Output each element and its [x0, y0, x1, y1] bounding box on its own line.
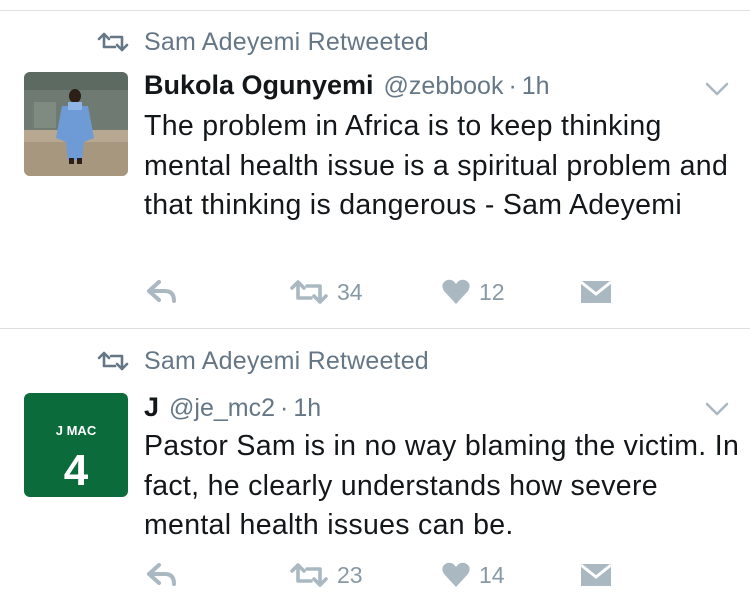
reply-icon [147, 563, 176, 586]
retweet-context[interactable]: Sam Adeyemi Retweeted [96, 26, 429, 58]
retweet-context-text: Sam Adeyemi Retweeted [144, 346, 429, 375]
retweet-icon [97, 32, 129, 52]
timestamp[interactable]: 1h [522, 72, 550, 101]
message-icon [580, 563, 612, 586]
direct-message-button[interactable] [580, 557, 612, 593]
separator-dot: · [508, 72, 517, 100]
tweet-header: J @je_mc2 · 1h [144, 392, 321, 424]
retweet-button[interactable]: 34 [289, 274, 363, 310]
tweet-divider [0, 328, 750, 329]
retweet-count: 34 [337, 278, 363, 305]
heart-icon [442, 279, 470, 304]
like-count: 12 [479, 278, 505, 305]
top-divider [0, 10, 750, 11]
user-handle[interactable]: @je_mc2 [169, 394, 275, 423]
display-name[interactable]: J [144, 392, 159, 423]
like-count: 14 [479, 561, 505, 588]
tweet-actions: 34 12 [0, 274, 750, 310]
reply-button[interactable] [146, 557, 178, 593]
separator-dot: · [280, 394, 289, 422]
direct-message-button[interactable] [580, 274, 612, 310]
avatar-jersey: J MAC 4 [24, 393, 128, 497]
retweet-icon [290, 280, 328, 304]
chevron-down-icon[interactable] [704, 80, 730, 98]
tweet-text: Pastor Sam is in no way blaming the vict… [144, 430, 740, 541]
avatar[interactable]: J MAC 4 [24, 393, 128, 497]
reply-button[interactable] [146, 274, 178, 310]
retweet-context-text: Sam Adeyemi Retweeted [144, 27, 429, 56]
retweet-count: 23 [337, 561, 363, 588]
chevron-down-icon[interactable] [704, 400, 730, 418]
retweet-context[interactable]: Sam Adeyemi Retweeted [96, 345, 429, 377]
retweet-icon [290, 563, 328, 587]
user-handle[interactable]: @zebbook [384, 72, 504, 101]
retweet-button[interactable]: 23 [289, 557, 363, 593]
tweet-actions: 23 14 [0, 557, 750, 593]
avatar-number: 4 [64, 446, 89, 495]
reply-icon [147, 280, 176, 303]
tweet-text: The problem in Africa is to keep thinkin… [144, 110, 729, 221]
avatar-photo [24, 72, 128, 176]
retweet-icon [97, 351, 129, 371]
tweet-card[interactable]: Sam Adeyemi Retweeted J MAC 4 J @je_mc2 … [0, 330, 750, 609]
message-icon [580, 280, 612, 303]
display-name[interactable]: Bukola Ogunyemi [144, 70, 374, 101]
timestamp[interactable]: 1h [293, 394, 321, 423]
like-button[interactable]: 14 [441, 557, 505, 593]
avatar-label: J MAC [56, 423, 97, 438]
tweet-header: Bukola Ogunyemi @zebbook · 1h [144, 70, 550, 102]
avatar[interactable] [24, 72, 128, 176]
tweet-card[interactable]: Sam Adeyemi Retweeted Bukola Ogunyemi @z… [0, 12, 750, 328]
heart-icon [442, 562, 470, 587]
like-button[interactable]: 12 [441, 274, 505, 310]
